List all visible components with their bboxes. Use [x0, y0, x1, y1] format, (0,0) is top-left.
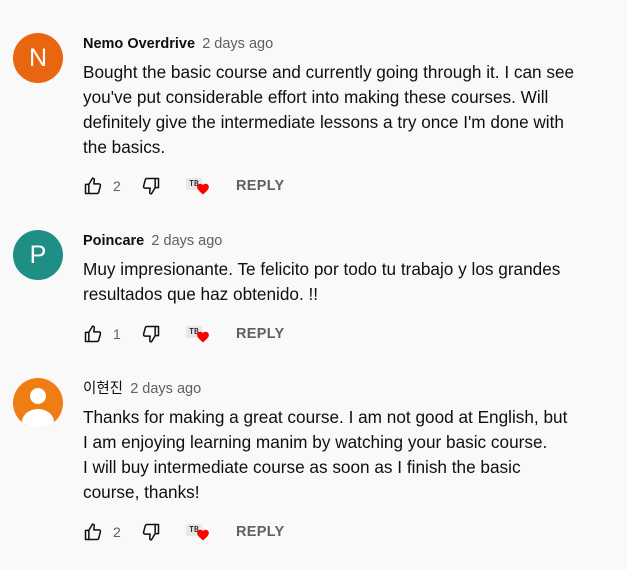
- reply-button[interactable]: REPLY: [236, 520, 285, 544]
- avatar[interactable]: [13, 378, 63, 428]
- comment-text: Bought the basic course and currently go…: [83, 60, 613, 160]
- avatar-body-shape: [22, 409, 54, 428]
- comment-text: Muy impresionante. Te felicito por todo …: [83, 257, 613, 307]
- comment-text-line: Thanks for making a great course. I am n…: [83, 407, 568, 427]
- reply-button[interactable]: REPLY: [236, 322, 285, 346]
- comment-text-line: course, thanks!: [83, 482, 200, 502]
- comment-actions: 1 TB REPLY: [83, 322, 313, 346]
- comment-item: 이현진 2 days ago Thanks for making a great…: [0, 378, 627, 558]
- author-name[interactable]: Poincare: [83, 233, 144, 249]
- comment-text-line: I will buy intermediate course as soon a…: [83, 457, 521, 477]
- comment-text-line: you've put considerable effort into maki…: [83, 87, 549, 107]
- avatar[interactable]: P: [13, 230, 63, 280]
- thumbs-down-icon: [141, 522, 161, 542]
- creator-heart-badge: TB: [186, 322, 210, 346]
- comment-text-line: the basics.: [83, 137, 166, 157]
- creator-heart-badge: TB: [186, 174, 210, 198]
- comment-text: Thanks for making a great course. I am n…: [83, 405, 613, 505]
- timestamp[interactable]: 2 days ago: [202, 36, 273, 52]
- thumbs-up-icon: [83, 324, 103, 344]
- avatar-head-shape: [30, 388, 46, 404]
- comment-text-line: resultados que haz obtenido. !!: [83, 284, 319, 304]
- comment-text-line: definitely give the intermediate lessons…: [83, 112, 564, 132]
- comment-actions: 2 TB REPLY: [83, 520, 313, 544]
- comment-item: P Poincare 2 days ago Muy impresionante.…: [0, 230, 627, 350]
- heart-icon: [196, 330, 210, 344]
- dislike-button[interactable]: [141, 322, 163, 346]
- dislike-button[interactable]: [141, 520, 163, 544]
- comment-text-line: Muy impresionante. Te felicito por todo …: [83, 259, 561, 279]
- like-button[interactable]: [83, 520, 105, 544]
- dislike-button[interactable]: [141, 174, 163, 198]
- comment-actions: 2 TB REPLY: [83, 174, 313, 198]
- comments-section: N Nemo Overdrive 2 days ago Bought the b…: [0, 0, 627, 570]
- avatar-letter: P: [29, 240, 47, 269]
- thumbs-down-icon: [141, 324, 161, 344]
- thumbs-down-icon: [141, 176, 161, 196]
- thumbs-up-icon: [83, 522, 103, 542]
- avatar[interactable]: N: [13, 33, 63, 83]
- author-name[interactable]: 이현진: [83, 381, 123, 397]
- heart-icon: [196, 182, 210, 196]
- author-name[interactable]: Nemo Overdrive: [83, 36, 195, 52]
- thumbs-up-icon: [83, 176, 103, 196]
- comment-text-line: Bought the basic course and currently go…: [83, 62, 575, 82]
- comment-item: N Nemo Overdrive 2 days ago Bought the b…: [0, 33, 627, 203]
- like-button[interactable]: [83, 322, 105, 346]
- creator-heart-badge: TB: [186, 520, 210, 544]
- timestamp[interactable]: 2 days ago: [130, 381, 201, 397]
- timestamp[interactable]: 2 days ago: [151, 233, 222, 249]
- comment-text-line: I am enjoying learning manim by watching…: [83, 432, 548, 452]
- comment-header: Nemo Overdrive 2 days ago: [83, 34, 273, 54]
- like-button[interactable]: [83, 174, 105, 198]
- like-count: 2: [113, 524, 121, 540]
- comment-header: 이현진 2 days ago: [83, 379, 201, 399]
- like-count: 2: [113, 178, 121, 194]
- like-count: 1: [113, 326, 121, 342]
- heart-icon: [196, 528, 210, 542]
- avatar-letter: N: [28, 43, 48, 72]
- comment-header: Poincare 2 days ago: [83, 231, 222, 251]
- reply-button[interactable]: REPLY: [236, 174, 285, 198]
